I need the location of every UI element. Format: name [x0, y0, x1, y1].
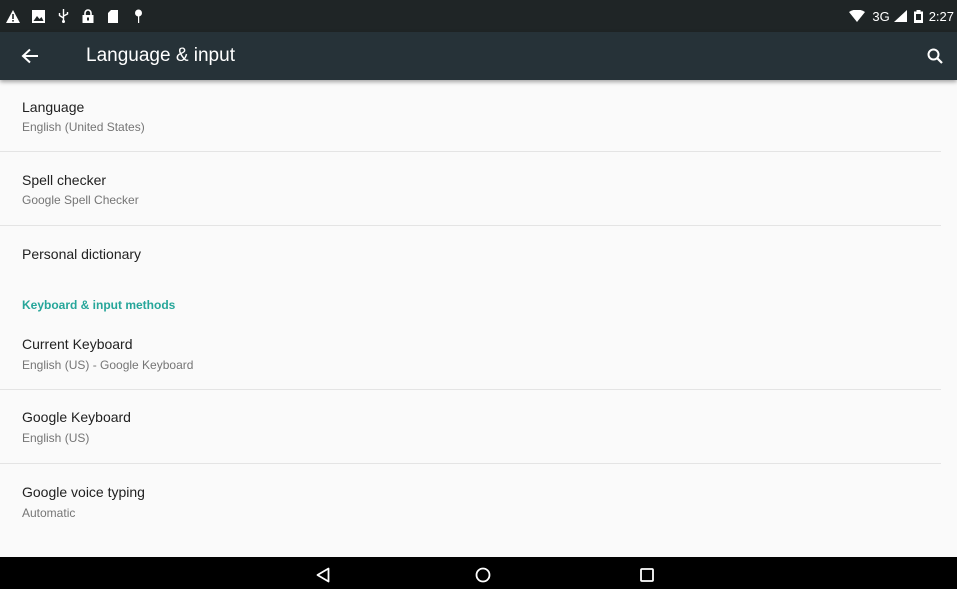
- lock-icon: [81, 9, 95, 23]
- pref-google-voice-typing[interactable]: Google voice typing Automatic: [0, 464, 941, 538]
- nav-back-button[interactable]: [313, 565, 333, 585]
- home-circle-icon: [475, 567, 491, 583]
- network-type: 3G: [872, 8, 890, 24]
- image-icon: [31, 9, 45, 23]
- sd-card-icon: [106, 9, 120, 23]
- usb-icon: [56, 9, 70, 23]
- pref-title: Language: [22, 99, 85, 115]
- pref-title: Google Keyboard: [22, 409, 131, 425]
- pref-personal-dictionary[interactable]: Personal dictionary: [0, 226, 941, 284]
- nav-home-button[interactable]: [473, 565, 493, 585]
- toolbar: Language & input: [0, 32, 957, 80]
- pref-summary: English (US) - Google Keyboard: [22, 358, 194, 372]
- search-button[interactable]: [923, 44, 947, 68]
- navigation-bar: [0, 557, 957, 589]
- notification-icons: [6, 6, 145, 26]
- page-title: Language & input: [86, 45, 235, 66]
- warning-icon: [6, 9, 20, 23]
- pref-summary: Automatic: [22, 506, 76, 520]
- clock: 2:27: [928, 8, 954, 24]
- pref-summary: English (US): [22, 431, 90, 445]
- back-triangle-icon: [316, 567, 330, 583]
- arrow-back-icon: [21, 48, 39, 64]
- pref-title: Personal dictionary: [22, 246, 142, 262]
- nav-recents-button[interactable]: [637, 565, 657, 585]
- battery-icon: [913, 9, 923, 23]
- pref-spell-checker[interactable]: Spell checker Google Spell Checker: [0, 152, 941, 226]
- system-indicators: 3G 2:27: [849, 6, 954, 26]
- pref-title: Google voice typing: [22, 484, 145, 500]
- settings-screen: 3G 2:27 Language & input Language Englis…: [0, 0, 957, 589]
- recents-square-icon: [640, 568, 654, 582]
- wifi-icon: [849, 10, 866, 22]
- pref-google-keyboard[interactable]: Google Keyboard English (US): [0, 390, 941, 464]
- pref-title: Current Keyboard: [22, 336, 133, 352]
- status-bar: 3G 2:27: [0, 0, 957, 32]
- back-button[interactable]: [18, 44, 42, 68]
- pin-icon: [131, 9, 145, 23]
- pref-summary: Google Spell Checker: [22, 193, 139, 207]
- signal-icon: [893, 10, 907, 22]
- pref-current-keyboard[interactable]: Current Keyboard English (US) - Google K…: [0, 320, 941, 390]
- pref-title: Spell checker: [22, 172, 107, 188]
- pref-summary: English (United States): [22, 120, 145, 134]
- search-icon: [927, 48, 943, 64]
- category-header: Keyboard & input methods: [22, 298, 176, 312]
- pref-language[interactable]: Language English (United States): [0, 80, 941, 152]
